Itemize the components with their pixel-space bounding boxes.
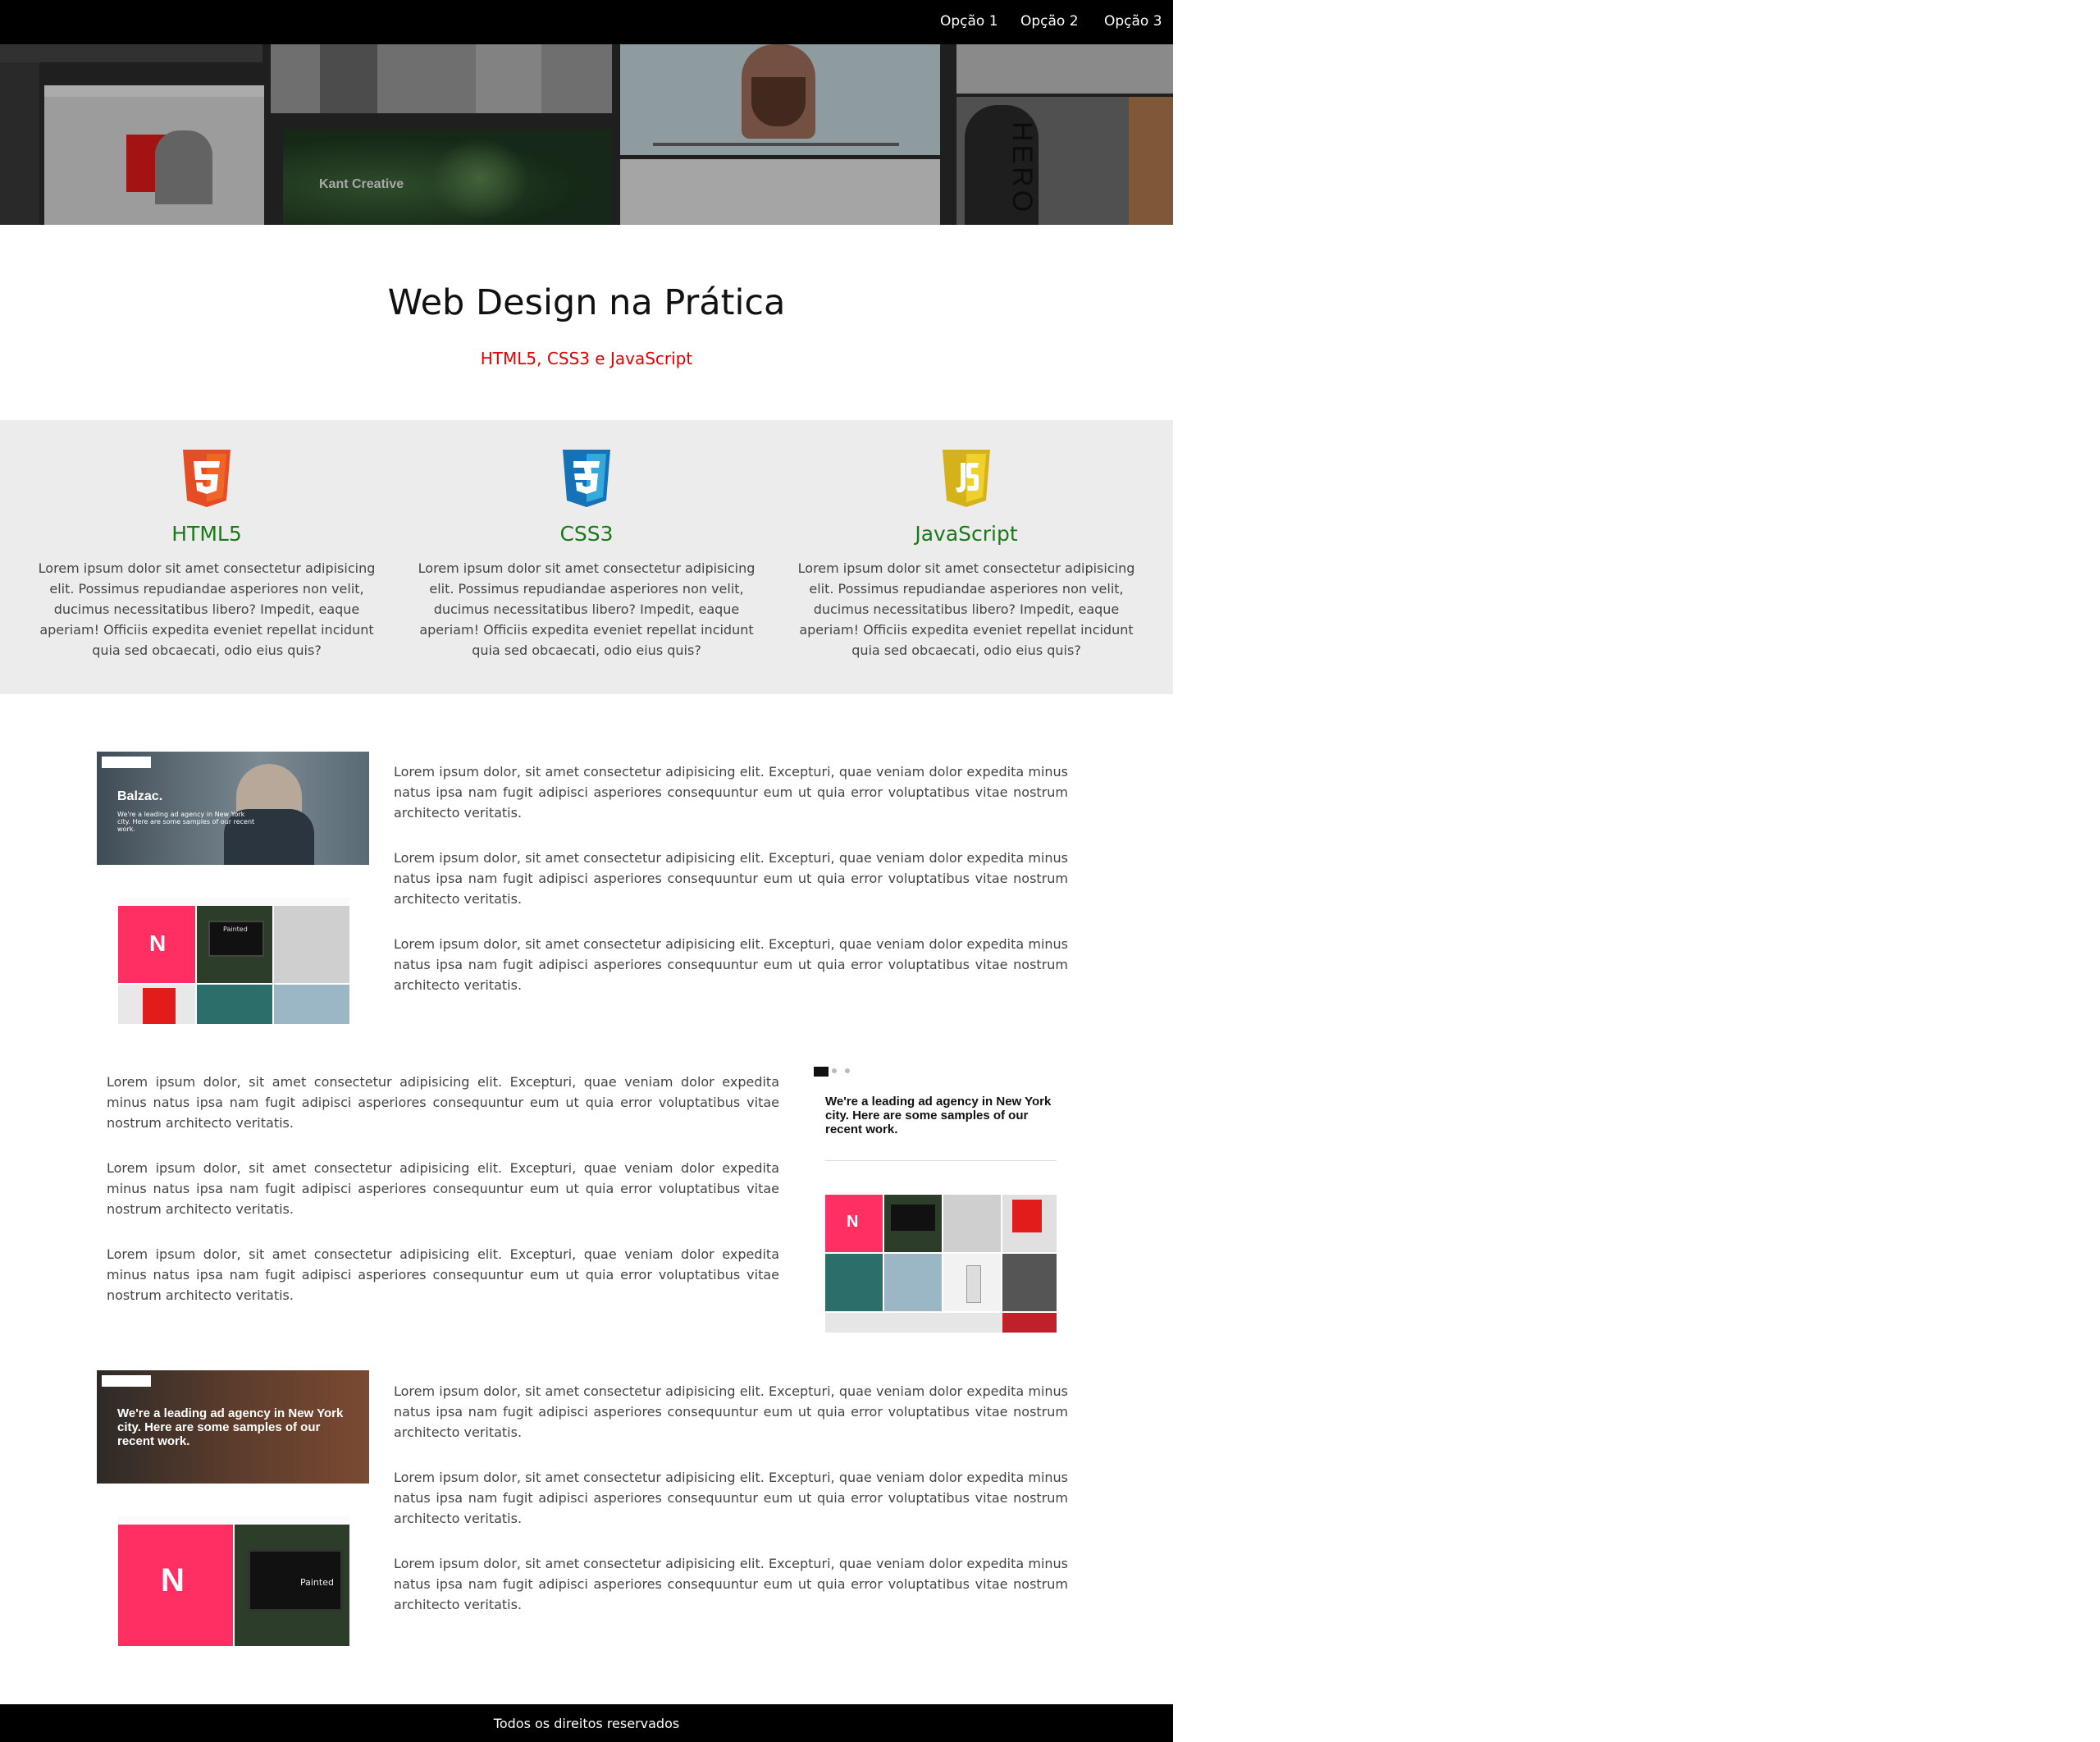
hero-overlay (0, 44, 1173, 225)
footer: Todos os direitos reservados (0, 1704, 1173, 1742)
tile-n-1: N (149, 930, 167, 956)
tile-painted-3: Painted (300, 1577, 334, 1588)
portfolio-image-1: Balzac. We're a leading ad agency in New… (97, 752, 369, 1024)
nav-option-3[interactable]: Opção 3 (1104, 13, 1162, 30)
tile-painted-1: Painted (223, 926, 248, 933)
feature-title-css3: CSS3 (559, 522, 614, 546)
feature-text-javascript: Lorem ipsum dolor sit amet consectetur a… (797, 560, 1135, 658)
page: Opção 1 Opção 2 Opção 3 Kant Creative HE… (0, 0, 1173, 1742)
feature-text-css3: Lorem ipsum dolor sit amet consectetur a… (418, 560, 756, 658)
section-1-paragraph-2: Lorem ipsum dolor, sit amet consectetur … (394, 850, 1068, 907)
feature-text-html5: Lorem ipsum dolor sit amet consectetur a… (38, 560, 376, 658)
css3-icon (563, 450, 610, 507)
section-3-paragraph-3: Lorem ipsum dolor, sit amet consectetur … (394, 1556, 1068, 1612)
javascript-icon (943, 450, 990, 507)
hero-banner: Kant Creative HERO (0, 44, 1173, 225)
section-1-paragraph-3: Lorem ipsum dolor, sit amet consectetur … (394, 936, 1068, 993)
section-3-paragraph-1: Lorem ipsum dolor, sit amet consectetur … (394, 1383, 1068, 1440)
footer-text: Todos os direitos reservados (493, 1716, 680, 1731)
image-2-heading: We're a leading ad agency in New York ci… (825, 1095, 1052, 1136)
features-section: HTML5 Lorem ipsum dolor sit amet consect… (0, 420, 1173, 694)
image-1-subtext: We're a leading ad agency in New York ci… (117, 811, 255, 833)
portfolio-image-3: We're a leading ad agency in New York ci… (97, 1370, 369, 1646)
section-2-paragraph-3: Lorem ipsum dolor, sit amet consectetur … (107, 1246, 779, 1303)
tile-n-3: N (161, 1562, 185, 1598)
portfolio-image-2: We're a leading ad agency in New York ci… (812, 1063, 1057, 1333)
top-nav: Opção 1 Opção 2 Opção 3 (0, 0, 1173, 44)
feature-title-javascript: JavaScript (915, 522, 1018, 546)
html5-icon (183, 450, 231, 507)
image-1-heading: Balzac. (117, 789, 163, 803)
nav-option-1[interactable]: Opção 1 (940, 13, 998, 30)
page-subtitle: HTML5, CSS3 e JavaScript (480, 349, 693, 368)
section-1-paragraph-1: Lorem ipsum dolor, sit amet consectetur … (394, 764, 1068, 821)
tile-n-2: N (847, 1213, 859, 1231)
feature-title-html5: HTML5 (171, 522, 242, 546)
section-3-paragraph-2: Lorem ipsum dolor, sit amet consectetur … (394, 1470, 1068, 1526)
section-2-paragraph-1: Lorem ipsum dolor, sit amet consectetur … (107, 1074, 779, 1131)
nav-option-2[interactable]: Opção 2 (1020, 13, 1079, 30)
page-title: Web Design na Prática (387, 282, 786, 323)
image-3-heading: We're a leading ad agency in New York ci… (117, 1406, 344, 1448)
section-2-paragraph-2: Lorem ipsum dolor, sit amet consectetur … (107, 1160, 779, 1217)
